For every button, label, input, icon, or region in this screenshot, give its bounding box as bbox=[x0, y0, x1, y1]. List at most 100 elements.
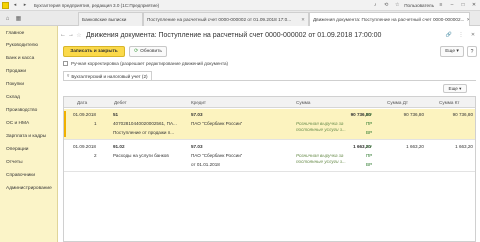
cell-debit-account: 91.02 bbox=[113, 144, 125, 149]
chevron-down-icon: ▾ bbox=[457, 85, 462, 91]
maximize-icon[interactable]: □ bbox=[459, 1, 467, 9]
sidebar-item-warehouse[interactable]: Склад bbox=[6, 95, 20, 100]
grid-icon[interactable]: ▦ bbox=[14, 14, 23, 23]
sidebar-item-fixed-assets[interactable]: ОС и НМА bbox=[6, 121, 29, 126]
row-marker bbox=[64, 111, 66, 137]
close-doc-icon[interactable]: ✕ bbox=[469, 31, 477, 39]
manual-correction-label: Ручная корректировка (разрешает редактир… bbox=[71, 61, 229, 66]
sidebar-item-directories[interactable]: Справочники bbox=[6, 173, 35, 178]
divider bbox=[63, 80, 476, 81]
cell-debit-subconto: Расходы на услуги банков bbox=[113, 153, 169, 158]
home-icon[interactable]: ⌂ bbox=[3, 14, 12, 23]
sidebar-item-manager[interactable]: Руководителю bbox=[6, 43, 38, 48]
cell-credit-subconto: ПАО "Сбербанк России" bbox=[191, 153, 243, 158]
tab-bank-statements[interactable]: Банковские выписки bbox=[78, 12, 143, 26]
tabs-bar: ⌂ ▦ Банковские выписки Поступление на ра… bbox=[0, 11, 480, 26]
save-close-button[interactable]: Записать и закрыть bbox=[63, 46, 125, 57]
favorite-star-icon[interactable]: ☆ bbox=[75, 32, 83, 39]
tab-accounting[interactable]: ▿ Бухгалтерский и налоговый учет (2) bbox=[63, 71, 152, 80]
refresh-icon: ⟳ bbox=[134, 49, 139, 54]
link-icon[interactable]: 🔗 bbox=[445, 31, 453, 39]
tab-close-icon[interactable]: ✕ bbox=[465, 17, 470, 23]
sidebar-item-purchases[interactable]: Покупки bbox=[6, 82, 24, 87]
column-header-amount-dt[interactable]: Сумма Дт bbox=[387, 100, 408, 105]
flag-pr: ПР bbox=[366, 121, 373, 126]
grid-more-label: Еще bbox=[448, 86, 458, 91]
sidebar-item-bank[interactable]: Банк и касса bbox=[6, 56, 34, 61]
forward-icon[interactable]: ▸ bbox=[21, 1, 29, 9]
table-header: Дата Дебет Кредит Сумма Сумма Дт Сумма К… bbox=[64, 97, 475, 108]
tab-label: Движения документа: Поступление на расче… bbox=[313, 17, 465, 22]
column-header-amount-kt[interactable]: Сумма Кт bbox=[439, 100, 460, 105]
grid-more-button[interactable]: Еще ▾ bbox=[443, 84, 467, 93]
more-button[interactable]: Еще ▾ bbox=[440, 46, 464, 57]
tab-label: Поступление на расчетный счет 0000-00000… bbox=[147, 17, 292, 22]
cell-credit-subconto: от 01.01.2018 bbox=[191, 162, 220, 167]
movements-table: Дата Дебет Кредит Сумма Сумма Дт Сумма К… bbox=[63, 96, 476, 242]
bell-icon[interactable]: ♪ bbox=[371, 1, 379, 9]
cell-amount: 1 663,20 bbox=[353, 144, 371, 149]
cell-amount: 90 736,80 bbox=[350, 112, 371, 117]
flag-nu: НУ bbox=[366, 144, 373, 149]
manual-correction-checkbox[interactable] bbox=[63, 61, 68, 66]
refresh-button[interactable]: ⟳ Обновить bbox=[129, 46, 167, 57]
main-area: ← → ☆ Движения документа: Поступление на… bbox=[59, 26, 480, 242]
flag-vr: ВР bbox=[366, 162, 373, 167]
refresh-label: Обновить bbox=[140, 49, 162, 54]
cell-credit-account: 57.03 bbox=[191, 112, 203, 117]
sidebar-item-reports[interactable]: Отчеты bbox=[6, 160, 23, 165]
more-label: Еще bbox=[445, 49, 455, 54]
column-header-credit[interactable]: Кредит bbox=[191, 100, 206, 105]
cell-date: 01.09.2018 bbox=[73, 112, 96, 117]
star-icon[interactable]: ☆ bbox=[393, 1, 401, 9]
cell-number: 1 bbox=[94, 121, 97, 126]
chevron-down-icon: ▾ bbox=[455, 49, 459, 54]
row-divider bbox=[64, 139, 475, 140]
more-vert-icon[interactable]: ⋮ bbox=[457, 31, 465, 39]
back-arrow-icon[interactable]: ← bbox=[59, 31, 67, 39]
tab-label: Банковские выписки bbox=[82, 17, 127, 22]
flag-nu: НУ bbox=[366, 112, 373, 117]
cell-debit-account: 51 bbox=[113, 112, 119, 117]
cell-amount-note: Розничная выручка за постоянные услуги з… bbox=[296, 153, 346, 164]
menu-icon[interactable]: ≡ bbox=[437, 1, 445, 9]
forward-arrow-icon[interactable]: → bbox=[67, 31, 75, 39]
tab-receipt-document[interactable]: Поступление на расчетный счет 0000-00000… bbox=[143, 12, 309, 26]
collapse-icon: ▿ bbox=[67, 73, 70, 78]
app-logo-icon bbox=[2, 1, 9, 9]
table-row[interactable]: 01.09.2018 2 91.02 Расходы на услуги бан… bbox=[64, 141, 475, 171]
help-button[interactable]: ? bbox=[467, 46, 477, 57]
cell-amount-kt: 1 663,20 bbox=[455, 144, 473, 149]
title-bar: ◂ ▸ Бухгалтерия предприятия, редакция 3.… bbox=[0, 0, 480, 11]
cell-amount-dt: 90 736,80 bbox=[403, 112, 424, 117]
sidebar-item-operations[interactable]: Операции bbox=[6, 147, 28, 152]
cell-debit-subconto: Поступление от продажи п... bbox=[113, 130, 175, 135]
table-row[interactable]: 01.09.2018 1 51 40702810440020002561, ПА… bbox=[64, 109, 475, 139]
sidebar-item-production[interactable]: Производство bbox=[6, 108, 37, 113]
cell-number: 2 bbox=[94, 153, 97, 158]
column-header-debit[interactable]: Дебет bbox=[114, 100, 127, 105]
flag-pr: ПР bbox=[366, 153, 373, 158]
column-header-amount[interactable]: Сумма bbox=[296, 100, 310, 105]
tab-accounting-label: Бухгалтерский и налоговый учет (2) bbox=[71, 73, 148, 79]
minimize-icon[interactable]: – bbox=[448, 1, 456, 9]
cell-date: 01.09.2018 bbox=[73, 144, 96, 149]
history-icon[interactable]: ⟲ bbox=[382, 1, 390, 9]
cell-amount-kt: 90 736,80 bbox=[452, 112, 473, 117]
cell-credit-subconto: ПАО "Сбербанк России" bbox=[191, 121, 243, 126]
sidebar-item-payroll[interactable]: Зарплата и кадры bbox=[6, 134, 46, 139]
column-header-date[interactable]: Дата bbox=[77, 100, 87, 105]
close-icon[interactable]: ✕ bbox=[470, 1, 478, 9]
sidebar-item-administration[interactable]: Администрирование bbox=[6, 186, 52, 191]
back-icon[interactable]: ◂ bbox=[11, 1, 19, 9]
sidebar-item-main[interactable]: Главное bbox=[6, 31, 24, 36]
tab-close-icon[interactable]: ✕ bbox=[299, 17, 305, 23]
cell-amount-note: Розничная выручка за постоянные услуги з… bbox=[296, 121, 346, 132]
row-divider bbox=[64, 171, 475, 172]
cell-debit-subconto: 40702810440020002561, ПА... bbox=[113, 121, 177, 126]
tab-document-movements[interactable]: Движения документа: Поступление на расче… bbox=[309, 12, 470, 26]
flag-vr: ВР bbox=[366, 130, 373, 135]
sidebar-item-sales[interactable]: Продажи bbox=[6, 69, 26, 74]
user-name[interactable]: Пользователь bbox=[404, 3, 434, 8]
cell-amount-dt: 1 663,20 bbox=[406, 144, 424, 149]
